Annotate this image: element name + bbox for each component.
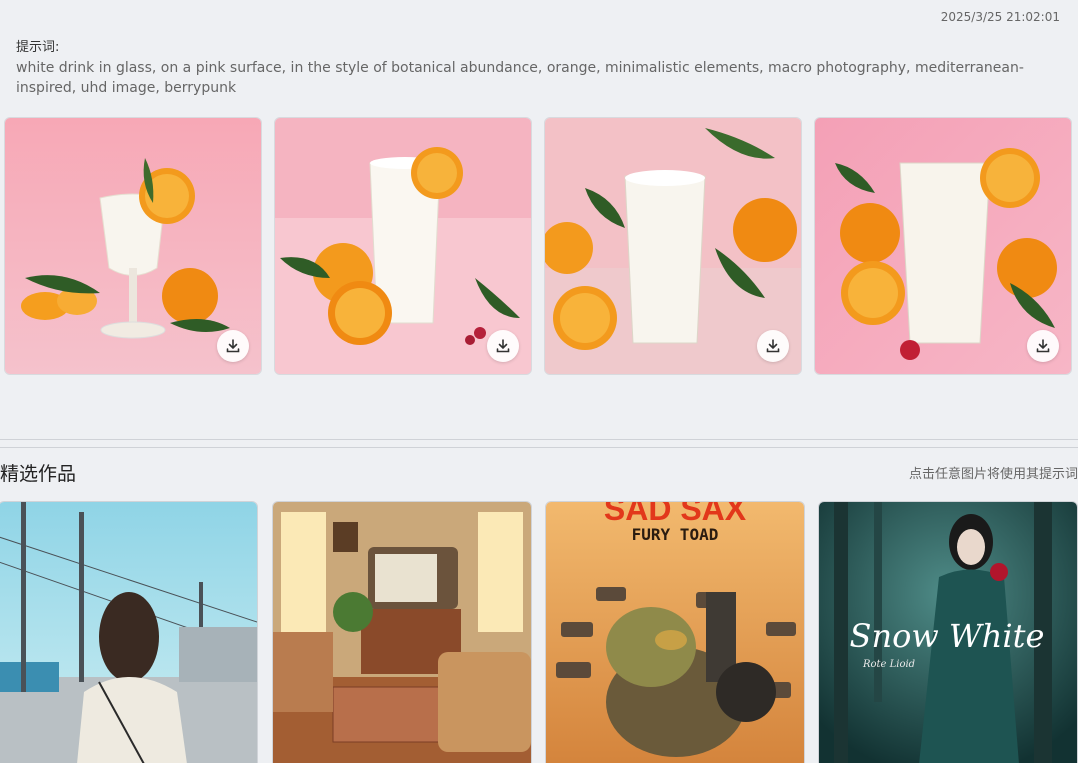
generated-image-2[interactable] <box>274 117 532 375</box>
featured-hint: 点击任意图片将使用其提示词 <box>908 467 1078 482</box>
download-icon <box>1036 339 1050 353</box>
woman-street-image <box>0 502 257 763</box>
generated-image-3[interactable] <box>544 117 802 375</box>
generated-image-1[interactable] <box>4 117 262 375</box>
prompt-label: 提示词: <box>16 40 60 55</box>
download-icon <box>226 339 240 353</box>
generated-image-4[interactable] <box>814 117 1072 375</box>
download-button[interactable] <box>217 330 249 362</box>
download-button[interactable] <box>487 330 519 362</box>
poster-subtitle: FURY TOAD <box>632 525 719 544</box>
generated-images-row <box>4 117 1072 375</box>
download-button[interactable] <box>1027 330 1059 362</box>
sad-sax-poster-image: SAD SAX FURY TOAD <box>546 502 804 763</box>
retro-room-image <box>273 502 531 763</box>
featured-woman-street[interactable] <box>0 501 258 763</box>
section-divider <box>0 447 1078 448</box>
section-divider <box>0 439 1078 440</box>
featured-retro-living-room[interactable] <box>272 501 532 763</box>
featured-snow-white-poster[interactable]: Snow White Rote Lioid <box>818 501 1078 763</box>
timestamp: 2025/3/25 21:02:01 <box>940 10 1060 24</box>
snow-white-poster-image: Snow White Rote Lioid <box>819 502 1077 763</box>
poster-subtitle: Rote Lioid <box>862 659 915 670</box>
prompt-text[interactable]: white drink in glass, on a pink surface,… <box>16 58 1056 98</box>
poster-title: Snow White <box>850 617 1045 655</box>
poster-title: SAD SAX <box>604 502 747 527</box>
featured-sad-sax-poster[interactable]: SAD SAX FURY TOAD <box>545 501 805 763</box>
download-icon <box>766 339 780 353</box>
featured-row: SAD SAX FURY TOAD Snow White Rote Lioid <box>0 501 1078 763</box>
download-icon <box>496 339 510 353</box>
featured-title: 精选作品 <box>0 463 77 485</box>
page: 2025/3/25 21:02:01 提示词: white drink in g… <box>0 0 1078 763</box>
download-button[interactable] <box>757 330 789 362</box>
